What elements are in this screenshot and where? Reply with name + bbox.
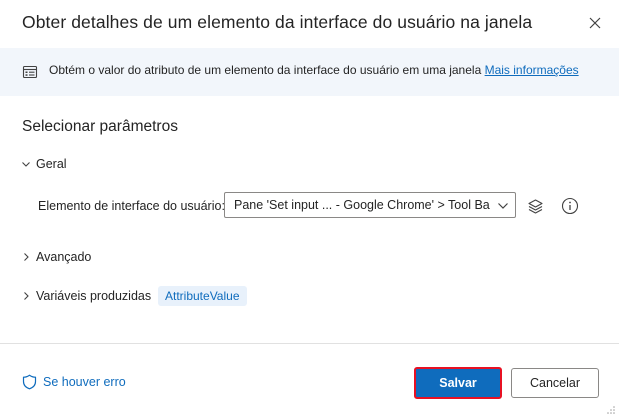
on-error-label: Se houver erro <box>43 375 126 389</box>
info-banner: Obtém o valor do atributo de um elemento… <box>0 48 619 96</box>
action-dialog: Obter detalhes de um elemento da interfa… <box>0 0 619 418</box>
info-text: Obtém o valor do atributo de um elemento… <box>49 63 482 77</box>
more-info-link[interactable]: Mais informações <box>485 63 579 77</box>
group-general-label: Geral <box>36 157 67 171</box>
dialog-title: Obter detalhes de um elemento da interfa… <box>22 12 533 32</box>
group-general-toggle[interactable]: Geral <box>20 157 67 171</box>
info-description: Obtém o valor do atributo de um elemento… <box>49 63 579 77</box>
close-icon[interactable] <box>585 13 605 33</box>
variable-chip[interactable]: AttributeValue <box>158 286 247 306</box>
save-button[interactable]: Salvar <box>414 367 502 399</box>
shield-icon <box>22 374 37 390</box>
on-error-link[interactable]: Se houver erro <box>22 374 126 390</box>
group-variables-toggle[interactable]: Variáveis produzidas <box>20 289 151 303</box>
ui-element-value: Pane 'Set input ... - Google Chrome' > T… <box>234 198 490 212</box>
ui-element-select[interactable]: Pane 'Set input ... - Google Chrome' > T… <box>224 192 516 218</box>
section-title: Selecionar parâmetros <box>22 118 178 135</box>
group-variables-label: Variáveis produzidas <box>36 289 152 303</box>
group-advanced-toggle[interactable]: Avançado <box>20 250 91 264</box>
chevron-down-icon <box>498 203 508 209</box>
layers-icon[interactable] <box>527 198 544 215</box>
resize-grip-icon[interactable] <box>606 405 616 415</box>
ui-element-label: Elemento de interface do usuário: <box>38 199 225 213</box>
chevron-right-icon <box>24 253 29 261</box>
info-icon[interactable] <box>561 197 579 215</box>
footer-divider <box>0 343 619 344</box>
cancel-button[interactable]: Cancelar <box>511 368 599 398</box>
info-list-icon <box>22 65 38 79</box>
chevron-right-icon <box>24 292 29 300</box>
group-advanced-label: Avançado <box>36 250 92 264</box>
chevron-down-icon <box>22 162 30 167</box>
